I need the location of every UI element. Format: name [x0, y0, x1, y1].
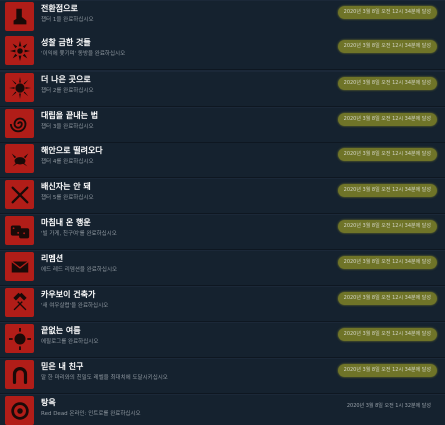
- achievement-title: 끝없는 여름: [41, 326, 81, 335]
- sun-burst-icon: [5, 73, 34, 102]
- crab-icon: [5, 144, 34, 173]
- achievement-description: Red Dead 온라인: 인트로를 완료하십시오: [41, 411, 141, 417]
- wreath-icon: [5, 396, 34, 425]
- achievement-description: '새 여우살렵'을 완료하십시오: [41, 303, 109, 309]
- achievement-description: 말 한 마리와의 친밀도 레벨을 최대치에 도달시키십시오: [41, 375, 168, 381]
- unlock-date: 2020년 3월 8일 오전 1시 32분에 달성: [346, 403, 431, 409]
- achievement-description: 에드 레드 리뎀션을 완료하십시오: [41, 267, 118, 273]
- unlock-date: 2020년 3월 8일 오전 12시 34분에 달성: [337, 113, 437, 126]
- achievement-row[interactable]: 리멤션에드 레드 리뎀션을 완료하십시오 2020년 3월 8일 오전 12시 3…: [0, 251, 445, 286]
- achievement-title: 탕옥: [41, 398, 56, 407]
- achievement-title: 배신자는 안 돼: [41, 182, 91, 191]
- unlock-date: 2020년 3월 8일 오전 12시 34분에 달성: [337, 40, 437, 53]
- achievement-title: 마침내 온 행운: [41, 218, 91, 227]
- unlock-date: 2020년 3월 8일 오전 12시 34분에 달성: [337, 77, 437, 90]
- achievement-description: 에필로그를 완료하십시오: [41, 339, 99, 345]
- dice-icon: [5, 216, 34, 245]
- achievement-list: 전환점으로챕터 1을 완료하십시오 2020년 3월 8일 오전 12시 34분에…: [0, 0, 445, 425]
- envelope-icon: [5, 252, 34, 281]
- achievement-description: 챕터 2를 완료하십시오: [41, 88, 94, 94]
- crossed-knives-icon: [5, 180, 34, 209]
- achievement-description: 챕터 1을 완료하십시오: [41, 17, 94, 23]
- unlock-date: 2020년 3월 8일 오전 12시 34분에 달성: [337, 364, 437, 377]
- achievement-row[interactable]: 끝없는 여름에필로그를 완료하십시오 2020년 3월 8일 오전 12시 34분…: [0, 323, 445, 358]
- sun-icon: [5, 324, 34, 353]
- achievement-row[interactable]: 대립을 끝내는 법챕터 3을 완료하십시오 2020년 3월 8일 오전 12시 …: [0, 108, 445, 143]
- unlock-date: 2020년 3월 8일 오전 12시 34분에 달성: [337, 6, 437, 19]
- achievement-title: 카우보이 건축가: [41, 290, 96, 299]
- achievement-title: 대립을 끝내는 법: [41, 111, 99, 120]
- unlock-date: 2020년 3월 8일 오전 12시 34분에 달성: [337, 220, 437, 233]
- unlock-date: 2020년 3월 8일 오전 12시 34분에 달성: [337, 148, 437, 161]
- achievement-row[interactable]: 배신자는 안 돼챕터 5를 완료하십시오 2020년 3월 8일 오전 12시 3…: [0, 179, 445, 214]
- spiral-icon: [5, 109, 34, 138]
- achievement-title: 해안으로 떨려오다: [41, 146, 103, 155]
- achievement-row[interactable]: 믿은 내 친구말 한 마리와의 친밀도 레벨을 최대치에 도달시키십시오 2020…: [0, 359, 445, 394]
- flower-burst-icon: [5, 36, 34, 65]
- achievement-row[interactable]: 카우보이 건축가 '새 여우살렵'을 완료하십시오 2020년 3월 8일 오전 1…: [0, 287, 445, 322]
- achievement-row[interactable]: 마침내 온 행운 '빌 가게, 친구여'를 완료하십시오 2020년 3월 8일 오…: [0, 215, 445, 250]
- boot-icon: [5, 2, 34, 31]
- horseshoe-icon: [5, 360, 34, 389]
- achievement-title: 전환점으로: [41, 4, 78, 13]
- achievement-title: 리멤션: [41, 254, 64, 263]
- achievement-title: 성찰 금한 것들: [41, 38, 91, 47]
- unlock-date: 2020년 3월 8일 오전 12시 34분에 달성: [337, 328, 437, 341]
- achievement-description: 챕터 5를 완료하십시오: [41, 195, 94, 201]
- achievement-description: 챕터 4를 완료하십시오: [41, 159, 94, 165]
- achievement-row[interactable]: 해안으로 떨려오다챕터 4를 완료하십시오 2020년 3월 8일 오전 12시 …: [0, 143, 445, 178]
- achievement-row[interactable]: 더 나은 곳으로챕터 2를 완료하십시오 2020년 3월 8일 오전 12시 3…: [0, 72, 445, 107]
- achievement-title: 더 나은 곳으로: [41, 75, 91, 84]
- achievement-description: '빌 가게, 친구여'를 완료하십시오: [41, 231, 117, 237]
- achievement-row[interactable]: 전환점으로챕터 1을 완료하십시오 2020년 3월 8일 오전 12시 34분에…: [0, 1, 445, 36]
- achievement-description: '이익에 쫓기며' 동방을 완료하십시오: [41, 51, 126, 57]
- unlock-date: 2020년 3월 8일 오전 12시 34분에 달성: [337, 292, 437, 305]
- achievement-title: 믿은 내 친구: [41, 362, 84, 371]
- unlock-date: 2020년 3월 8일 오전 12시 34분에 달성: [337, 256, 437, 269]
- crossed-hammers-icon: [5, 288, 34, 317]
- achievement-row[interactable]: 성찰 금한 것들 '이익에 쫓기며' 동방을 완료하십시오 2020년 3월 8일 …: [0, 35, 445, 70]
- achievement-description: 챕터 3을 완료하십시오: [41, 124, 94, 130]
- unlock-date: 2020년 3월 8일 오전 12시 34분에 달성: [337, 184, 437, 197]
- achievement-row[interactable]: 탕옥 Red Dead 온라인: 인트로를 완료하십시오 2020년 3월 8일 오…: [0, 395, 445, 425]
